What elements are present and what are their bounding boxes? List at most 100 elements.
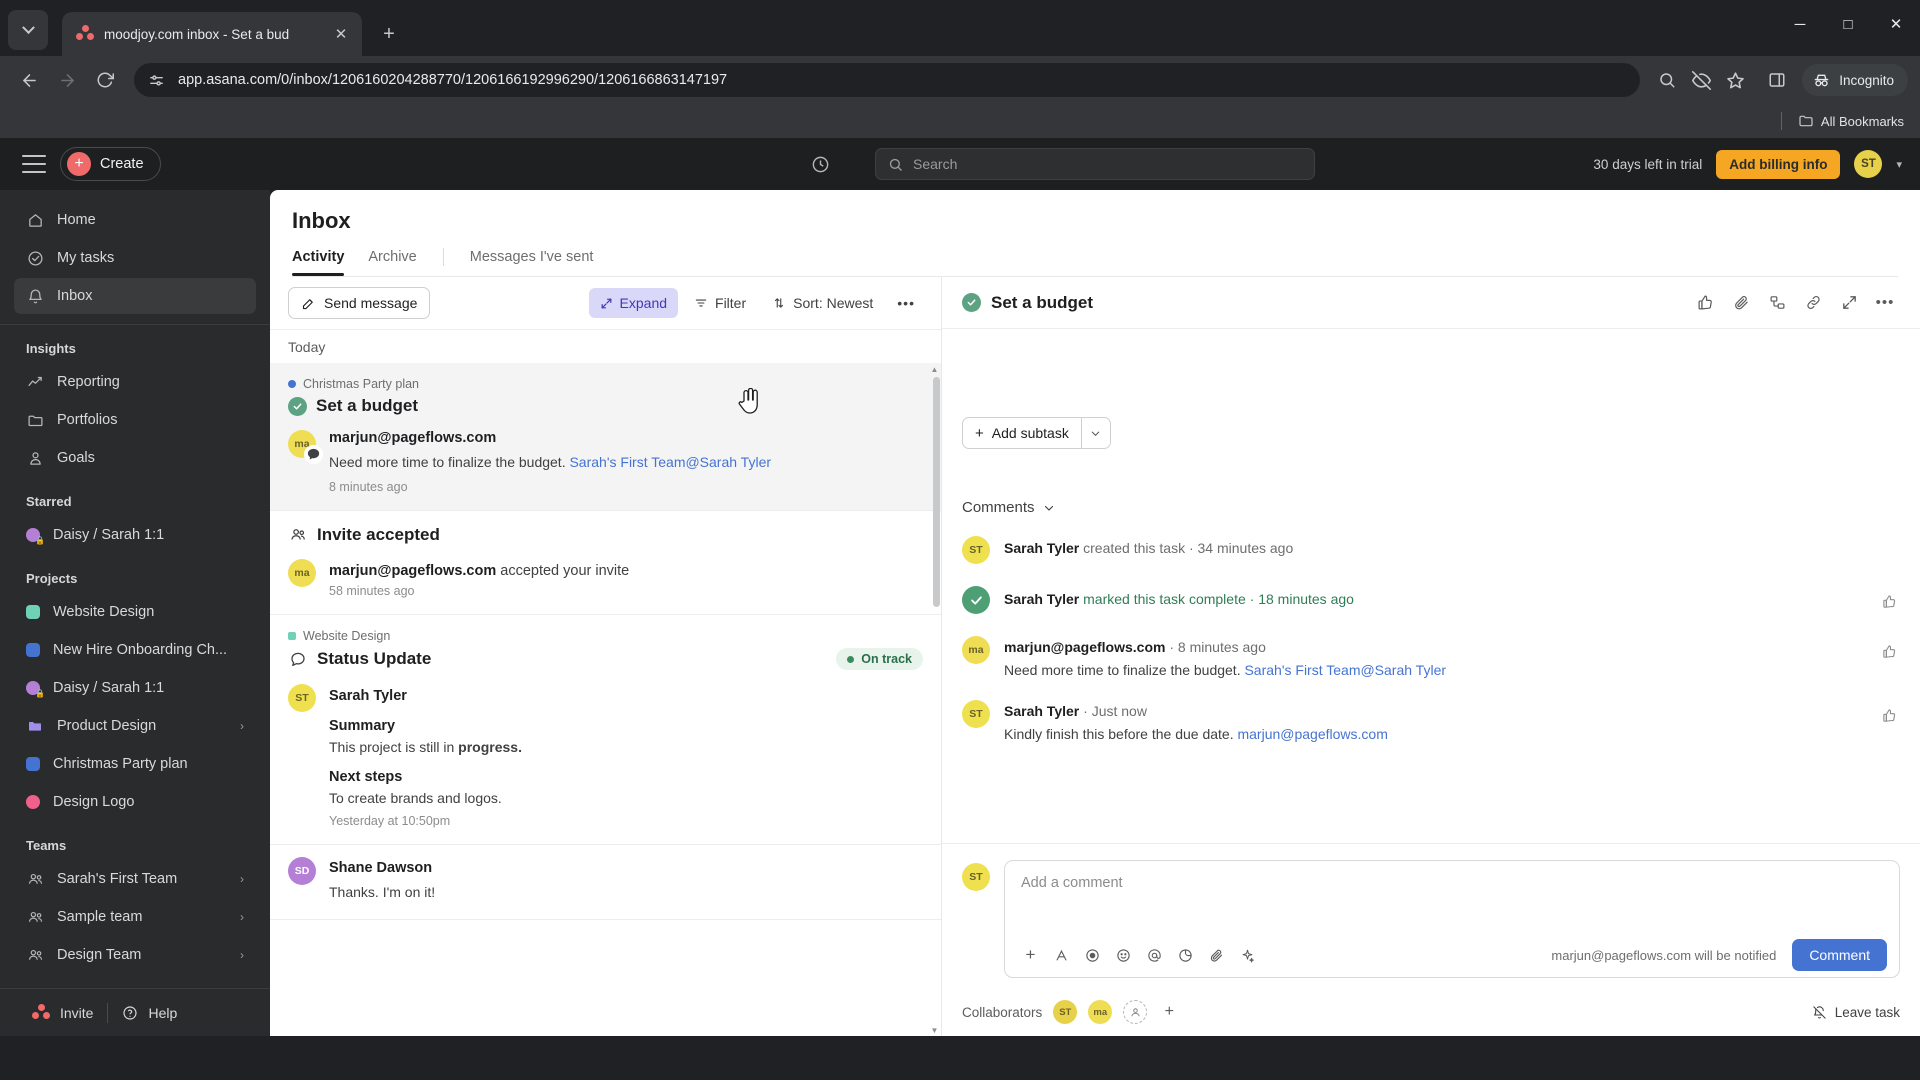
sidebar-item-daisy-sarah[interactable]: 🔒 Daisy / Sarah 1:1: [14, 670, 256, 706]
sidebar-item-design-team[interactable]: Design Team ›: [14, 937, 256, 973]
add-subtask-main[interactable]: + Add subtask: [963, 418, 1081, 448]
back-arrow-icon[interactable]: [12, 63, 46, 97]
tab-archive[interactable]: Archive: [356, 249, 428, 275]
avatar[interactable]: ST: [1854, 150, 1883, 178]
all-bookmarks-button[interactable]: All Bookmarks: [1798, 113, 1904, 129]
thread-message: ma marjun@pageflows.com Need more time t…: [288, 430, 923, 494]
leave-task-button[interactable]: Leave task: [1812, 1005, 1900, 1020]
inbox-thread-set-a-budget[interactable]: Christmas Party plan Set a budget ma mar…: [270, 363, 941, 512]
like-thumbsup-icon[interactable]: [1878, 704, 1900, 726]
mention-at-icon[interactable]: [1141, 942, 1168, 969]
inbox-thread-invite-accepted[interactable]: Invite accepted ma marjun@pageflows.com …: [270, 511, 941, 616]
mention-link[interactable]: Sarah's First Team@Sarah Tyler: [1244, 662, 1446, 678]
add-collaborator-button[interactable]: +: [1158, 1001, 1180, 1023]
sidebar-item-design-logo[interactable]: Design Logo: [14, 784, 256, 820]
comments-section-toggle[interactable]: Comments: [962, 499, 1900, 516]
fullscreen-expand-icon[interactable]: [1834, 288, 1864, 318]
side-panel-icon[interactable]: [1762, 65, 1792, 95]
sidebar-item-my-tasks[interactable]: My tasks: [14, 240, 256, 276]
inbox-thread-shane-dawson[interactable]: SD Shane Dawson Thanks. I'm on it!: [270, 845, 941, 920]
forward-arrow-icon[interactable]: [50, 63, 84, 97]
sort-button[interactable]: Sort: Newest: [762, 288, 883, 318]
collaborator-avatar[interactable]: ma: [1088, 1000, 1113, 1024]
close-tab-icon[interactable]: ✕: [330, 23, 352, 45]
add-plus-icon[interactable]: +: [1017, 942, 1044, 969]
inbox-thread-status-update[interactable]: Website Design Status Update On track ST…: [270, 615, 941, 846]
add-person-icon[interactable]: [1123, 1000, 1148, 1024]
list-scrollbar[interactable]: ▲ ▼: [929, 363, 940, 1036]
like-thumbsup-icon[interactable]: [1690, 288, 1720, 318]
minimize-window-button[interactable]: ─: [1776, 0, 1824, 48]
tab-search-menu-button[interactable]: [8, 10, 48, 50]
submit-comment-button[interactable]: Comment: [1792, 939, 1887, 971]
browser-tab[interactable]: moodjoy.com inbox - Set a bud ✕: [62, 12, 362, 56]
create-button[interactable]: + Create: [60, 147, 161, 181]
reload-icon[interactable]: [88, 63, 122, 97]
chevron-right-icon[interactable]: ›: [240, 910, 244, 924]
send-message-button[interactable]: Send message: [288, 287, 431, 319]
zoom-search-icon[interactable]: [1652, 65, 1682, 95]
scroll-down-arrow[interactable]: ▼: [929, 1024, 940, 1036]
attach-clip-icon[interactable]: [1203, 942, 1230, 969]
link-icon[interactable]: [1798, 288, 1828, 318]
add-billing-info-button[interactable]: Add billing info: [1716, 149, 1841, 179]
sidebar-item-sample-team[interactable]: Sample team ›: [14, 899, 256, 935]
expand-button[interactable]: Expand: [588, 288, 679, 318]
sidebar-item-daisy-sarah-starred[interactable]: 🔒 Daisy / Sarah 1:1: [14, 517, 256, 553]
sidebar-item-new-hire-onboarding[interactable]: New Hire Onboarding Ch...: [14, 632, 256, 668]
chevron-down-icon[interactable]: ▾: [1896, 158, 1902, 171]
mention-link[interactable]: Sarah's First Team@Sarah Tyler: [569, 454, 771, 470]
add-subtask-button[interactable]: + Add subtask: [962, 417, 1111, 449]
sidebar-item-goals[interactable]: Goals: [14, 440, 256, 476]
text-format-icon[interactable]: [1048, 942, 1075, 969]
comment-input-placeholder[interactable]: Add a comment: [1005, 861, 1899, 933]
search-input[interactable]: Search: [875, 148, 1315, 180]
filter-button[interactable]: Filter: [684, 288, 756, 318]
scroll-thumb[interactable]: [933, 377, 940, 607]
star-icon[interactable]: [1720, 65, 1750, 95]
close-window-button[interactable]: ✕: [1872, 0, 1920, 48]
chevron-right-icon[interactable]: ›: [240, 948, 244, 962]
chevron-right-icon[interactable]: ›: [240, 719, 244, 733]
emoji-icon[interactable]: [1110, 942, 1137, 969]
recents-clock-icon[interactable]: [807, 151, 833, 177]
sidebar-item-inbox[interactable]: Inbox: [14, 278, 256, 314]
eye-off-icon[interactable]: [1686, 65, 1716, 95]
subtask-row: + Add subtask: [962, 417, 1900, 449]
tab-messages-ive-sent[interactable]: Messages I've sent: [458, 249, 606, 275]
help-button[interactable]: Help: [108, 1005, 191, 1021]
sidebar-item-website-design[interactable]: Website Design: [14, 594, 256, 630]
sticker-icon[interactable]: [1172, 942, 1199, 969]
more-options-icon[interactable]: •••: [1870, 288, 1900, 318]
chevron-right-icon[interactable]: ›: [240, 872, 244, 886]
address-bar[interactable]: app.asana.com/0/inbox/1206160204288770/1…: [134, 63, 1641, 97]
more-options-button[interactable]: •••: [889, 288, 923, 318]
subtask-icon[interactable]: [1762, 288, 1792, 318]
sidebar-nav: Home My tasks Inbox Insights Reporting P…: [0, 190, 270, 988]
sidebar-item-christmas-party-plan[interactable]: Christmas Party plan: [14, 746, 256, 782]
task-complete-icon[interactable]: [962, 293, 981, 312]
like-thumbsup-icon[interactable]: [1878, 590, 1900, 612]
invite-button[interactable]: Invite: [18, 1003, 107, 1022]
menu-toggle-icon[interactable]: [22, 155, 46, 173]
site-settings-icon[interactable]: [146, 70, 166, 90]
comment-composer[interactable]: Add a comment + marjun@pageflows.com wil…: [1004, 860, 1900, 978]
collaborator-avatar[interactable]: ST: [1053, 1000, 1078, 1024]
mention-link[interactable]: marjun@pageflows.com: [1237, 726, 1387, 742]
chevron-down-icon[interactable]: [1082, 418, 1110, 448]
tab-activity[interactable]: Activity: [292, 249, 356, 276]
sidebar-item-sarahs-first-team[interactable]: Sarah's First Team ›: [14, 861, 256, 897]
scroll-track[interactable]: [931, 377, 940, 1022]
sidebar-item-reporting[interactable]: Reporting: [14, 364, 256, 400]
sidebar-item-home[interactable]: Home: [14, 202, 256, 238]
ai-sparkle-icon[interactable]: [1234, 942, 1261, 969]
sidebar-item-portfolios[interactable]: Portfolios: [14, 402, 256, 438]
new-tab-button[interactable]: +: [372, 17, 406, 51]
like-thumbsup-icon[interactable]: [1878, 640, 1900, 662]
maximize-window-button[interactable]: □: [1824, 0, 1872, 48]
record-icon[interactable]: [1079, 942, 1106, 969]
sidebar-item-product-design[interactable]: Product Design ›: [14, 708, 256, 744]
scroll-up-arrow[interactable]: ▲: [929, 363, 940, 375]
attachment-icon[interactable]: [1726, 288, 1756, 318]
incognito-indicator[interactable]: Incognito: [1802, 64, 1908, 96]
